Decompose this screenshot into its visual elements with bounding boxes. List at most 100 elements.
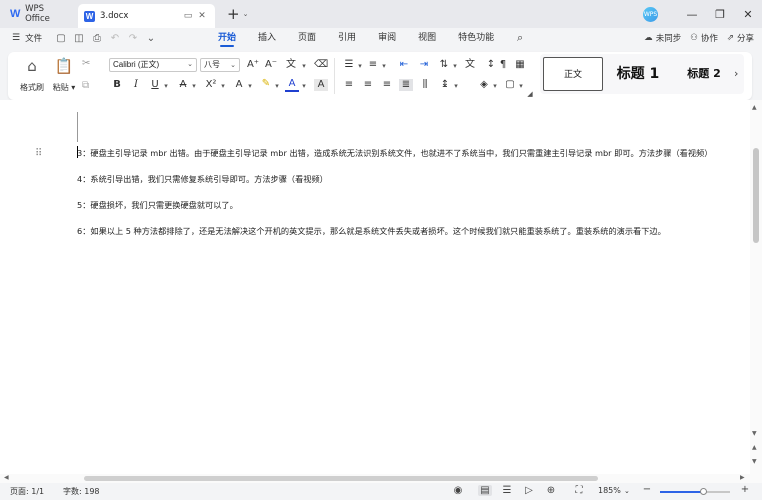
- clear-format-icon[interactable]: ⌫: [314, 59, 328, 71]
- chevron-down-icon[interactable]: ⌄: [142, 33, 160, 44]
- grow-font-icon[interactable]: A⁺: [246, 59, 260, 71]
- paragraph[interactable]: 6：如果以上 5 种方法都排除了，还是无法解决这个开机的英文提示，那么就是系统文…: [77, 225, 666, 237]
- tab-features[interactable]: 特色功能: [458, 28, 494, 48]
- paragraph[interactable]: 3：硬盘主引导记录 mbr 出错。由于硬盘主引导记录 mbr 出错，造成系统无法…: [77, 147, 712, 159]
- paragraph[interactable]: 4：系统引导出错，我们只需修复系统引导即可。方法步骤（看视频）: [77, 173, 328, 185]
- format-painter-button[interactable]: ⌂ 格式刷: [16, 56, 48, 93]
- page-indicator[interactable]: 页面: 1/1: [10, 486, 44, 497]
- chevron-down-icon[interactable]: ▾: [452, 80, 460, 92]
- style-heading-1[interactable]: 标题 1: [606, 57, 670, 91]
- decrease-indent-icon[interactable]: ⇤: [397, 59, 411, 71]
- align-right-icon[interactable]: ≡: [380, 79, 394, 91]
- tab-home[interactable]: 开始: [218, 28, 236, 48]
- minimize-icon[interactable]: —: [678, 8, 706, 21]
- bullet-list-icon[interactable]: ☰: [342, 59, 356, 71]
- new-tab-plus-icon[interactable]: +: [227, 0, 240, 28]
- chevron-down-icon[interactable]: ▾: [162, 80, 170, 92]
- chinese-layout-icon[interactable]: 文: [463, 59, 477, 71]
- word-count[interactable]: 字数: 198: [63, 486, 100, 497]
- close-tab-icon[interactable]: ✕: [195, 11, 209, 21]
- restore-icon[interactable]: ❐: [706, 8, 734, 21]
- chevron-right-icon[interactable]: ›: [734, 67, 738, 80]
- superscript-icon[interactable]: X²: [204, 79, 218, 91]
- underline-icon[interactable]: U: [148, 79, 162, 91]
- document-tab[interactable]: W 3.docx ▭ ✕: [78, 4, 215, 28]
- tab-references[interactable]: 引用: [338, 28, 356, 48]
- shrink-font-icon[interactable]: A⁻: [264, 59, 278, 71]
- chevron-down-icon[interactable]: ▾: [219, 80, 227, 92]
- font-name-select[interactable]: Calibri (正文) ⌄: [109, 58, 197, 72]
- search-icon[interactable]: ⌕: [517, 31, 523, 45]
- horizontal-scrollbar[interactable]: ◀ ▶: [0, 474, 762, 483]
- fit-page-icon[interactable]: ⛶: [572, 485, 586, 496]
- char-shading-icon[interactable]: A: [314, 79, 328, 91]
- scroll-down-icon[interactable]: ▼: [752, 430, 757, 437]
- tab-review[interactable]: 审阅: [378, 28, 396, 48]
- page-view-icon[interactable]: ▤: [478, 485, 492, 496]
- borders-icon[interactable]: ▢: [503, 79, 517, 91]
- zoom-slider-knob[interactable]: [700, 488, 707, 495]
- print-icon[interactable]: ⎙: [88, 33, 106, 44]
- redo-icon[interactable]: ↷: [124, 33, 142, 44]
- avatar[interactable]: WPS: [643, 6, 658, 22]
- undo-icon[interactable]: ↶: [106, 33, 124, 44]
- chevron-down-icon[interactable]: ▾: [190, 80, 198, 92]
- highlight-icon[interactable]: ✎: [259, 78, 273, 90]
- table-grid-icon[interactable]: ▦: [513, 59, 527, 71]
- tab-page[interactable]: 页面: [298, 28, 316, 48]
- scroll-left-icon[interactable]: ◀: [4, 474, 9, 481]
- tab-insert[interactable]: 插入: [258, 28, 276, 48]
- drag-handle-icon[interactable]: ⠿: [35, 148, 42, 159]
- web-view-icon[interactable]: ⊕: [544, 485, 558, 496]
- font-size-select[interactable]: 八号 ⌄: [200, 58, 240, 72]
- scroll-up-icon[interactable]: ▲: [752, 104, 757, 111]
- distribute-icon[interactable]: ⫼: [418, 79, 432, 91]
- chevron-down-icon[interactable]: ▾: [300, 80, 308, 92]
- increase-indent-icon[interactable]: ⇥: [417, 59, 431, 71]
- zoom-in-icon[interactable]: +: [738, 484, 752, 495]
- scroll-right-icon[interactable]: ▶: [740, 474, 745, 481]
- collab-button[interactable]: ⚇ 协作: [690, 32, 718, 44]
- eye-icon[interactable]: ◉: [451, 485, 465, 496]
- zoom-level[interactable]: 185%: [598, 486, 621, 495]
- italic-icon[interactable]: I: [129, 79, 143, 91]
- prev-page-icon[interactable]: ▲: [752, 444, 757, 451]
- document-canvas[interactable]: ⠿ 3：硬盘主引导记录 mbr 出错。由于硬盘主引导记录 mbr 出错，造成系统…: [0, 100, 750, 470]
- chevron-down-icon[interactable]: ⌄: [243, 10, 249, 18]
- copy-icon[interactable]: ⧉: [82, 80, 89, 91]
- chevron-down-icon[interactable]: ▾: [273, 80, 281, 92]
- scroll-thumb[interactable]: [84, 476, 598, 481]
- paragraph[interactable]: 5：硬盘损坏，我们只需更换硬盘就可以了。: [77, 199, 238, 211]
- paste-button[interactable]: 📋 粘贴 ▾: [48, 56, 80, 93]
- zoom-out-icon[interactable]: −: [640, 484, 654, 495]
- save-icon[interactable]: ◫: [70, 33, 88, 44]
- close-window-icon[interactable]: ✕: [734, 8, 762, 21]
- chevron-down-icon[interactable]: ▾: [356, 60, 364, 72]
- chevron-down-icon[interactable]: ▾: [491, 80, 499, 92]
- vertical-scrollbar[interactable]: ▲ ▼ ▲ ▼: [750, 100, 762, 475]
- monitor-icon[interactable]: ▭: [181, 11, 195, 21]
- text-effect-icon[interactable]: A: [232, 79, 246, 91]
- zoom-slider[interactable]: [660, 488, 730, 495]
- chevron-down-icon[interactable]: ▾: [451, 60, 459, 72]
- sync-status[interactable]: ☁ 未同步: [644, 32, 681, 44]
- wps-home-tab[interactable]: W WPS Office: [0, 0, 78, 28]
- paragraph-settings-icon[interactable]: ◢: [526, 88, 534, 100]
- share-button[interactable]: ⇗ 分享: [727, 32, 754, 44]
- align-left-icon[interactable]: ≡: [342, 79, 356, 91]
- style-normal[interactable]: 正文: [543, 57, 603, 91]
- tab-view[interactable]: 视图: [418, 28, 436, 48]
- bold-icon[interactable]: B: [110, 79, 124, 91]
- next-page-icon[interactable]: ▼: [752, 458, 757, 465]
- chevron-down-icon[interactable]: ⌄: [624, 487, 630, 495]
- numbered-list-icon[interactable]: ≡: [366, 59, 380, 71]
- play-icon[interactable]: ▷: [522, 485, 536, 496]
- font-color-icon[interactable]: A: [285, 78, 299, 92]
- phonetic-guide-icon[interactable]: 文: [284, 59, 298, 71]
- outline-view-icon[interactable]: ☰: [500, 485, 514, 496]
- style-heading-2[interactable]: 标题 2: [672, 57, 736, 91]
- line-spacing-icon[interactable]: ↨: [438, 79, 452, 91]
- chevron-down-icon[interactable]: ▾: [300, 60, 308, 72]
- show-marks-icon[interactable]: ¶: [496, 59, 510, 71]
- scroll-thumb[interactable]: [753, 148, 759, 243]
